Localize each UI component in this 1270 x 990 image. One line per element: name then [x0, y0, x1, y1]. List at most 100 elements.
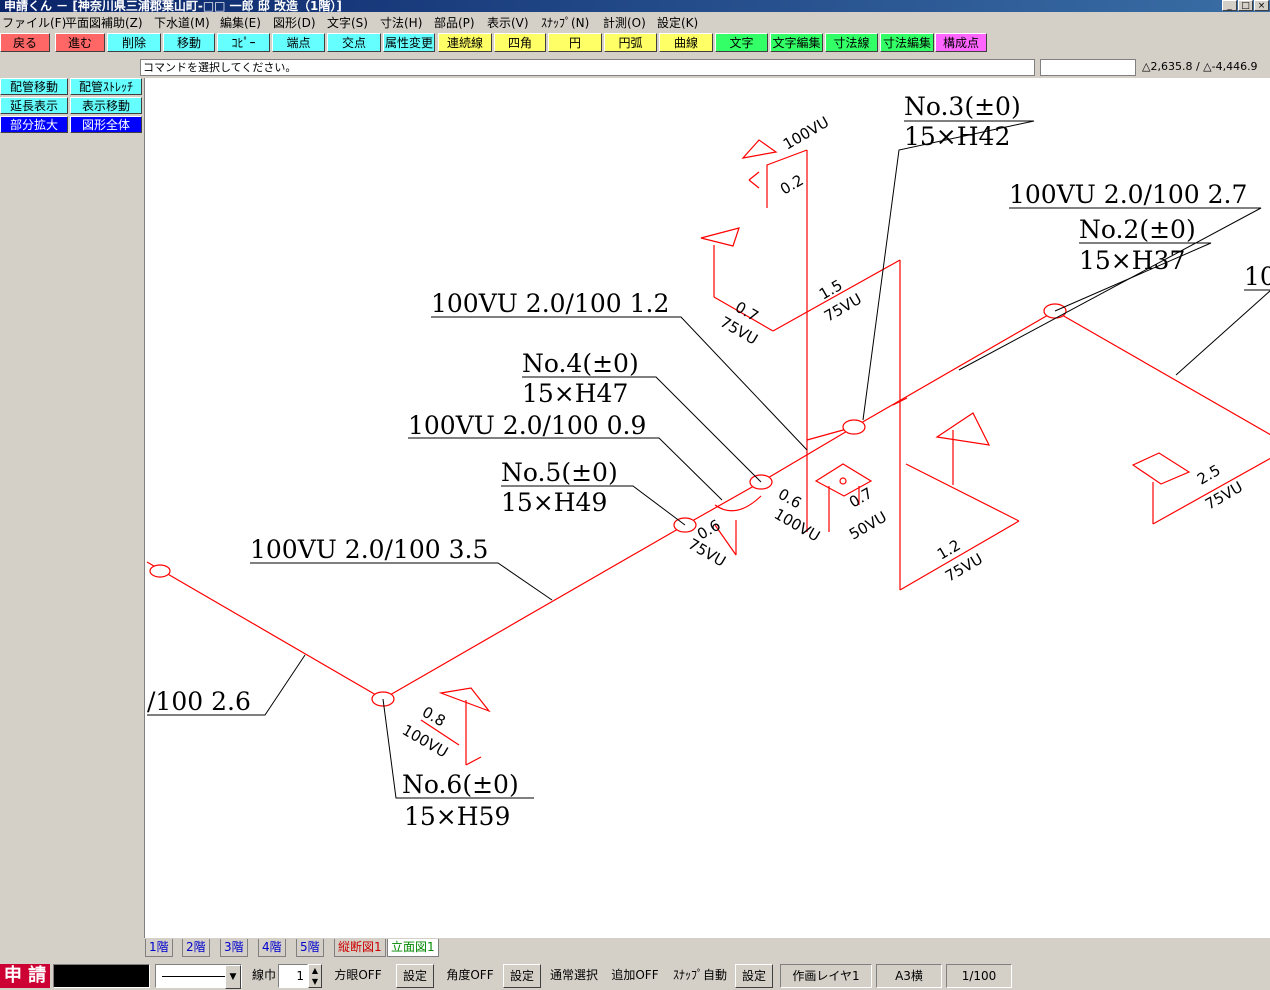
angle-toggle[interactable]: 角度OFF [442, 964, 498, 988]
left-tool-panel: 配管移動 配管ｽﾄﾚｯﾁ 延長表示 表示移動 部分拡大 図形全体 [0, 78, 143, 938]
floor-tabs: 1階 2階 3階 4階 5階 縦断図1 立面図1 [145, 939, 1270, 957]
manhole-no5-size: 15×H49 [501, 488, 607, 517]
snap-settings-button[interactable]: 設定 [735, 964, 773, 988]
command-input[interactable] [1040, 59, 1136, 76]
layer-indicator[interactable]: 作画レイヤ1 [780, 964, 872, 988]
menu-snap[interactable]: ｽﾅｯﾌﾟ(N) [541, 14, 589, 31]
menu-view[interactable]: 表示(V) [487, 14, 529, 31]
line-style-select[interactable]: ▼ [155, 964, 242, 989]
manhole-no3-name: No.3(±0) [904, 92, 1021, 121]
branch-label-0-2: 0.2 [777, 171, 807, 199]
menu-plan-aux[interactable]: 平面図補助(Z) [65, 14, 143, 31]
toolbar-button-5[interactable]: 端点 [272, 33, 325, 52]
pipe-label-mid: 100VU 2.0/100 0.9 [408, 411, 646, 440]
line-width-label: 線巾 [251, 968, 276, 982]
title-bar: 申請くん － [神奈川県三浦郡葉山町-□□ 一郎 邸 改造（1階）] _ □ × [0, 0, 1270, 12]
branch-label-2-5: 2.5 [1194, 461, 1224, 489]
menu-measure[interactable]: 計測(O) [603, 14, 646, 31]
floor-tab-6[interactable]: 立面図1 [387, 939, 439, 957]
toolbar-button-17[interactable]: 構成点 [935, 33, 987, 52]
menu-file[interactable]: ファイル(F) [2, 14, 66, 31]
toolbar-button-12[interactable]: 曲線 [659, 33, 713, 52]
toolbar-button-0[interactable]: 戻る [0, 33, 50, 52]
toolbar-button-10[interactable]: 円 [548, 33, 602, 52]
menu-bar: ファイル(F) 平面図補助(Z) 下水道(M) 編集(E) 図形(D) 文字(S… [0, 12, 1270, 32]
grid-settings-button[interactable]: 設定 [396, 964, 434, 988]
minimize-button[interactable]: _ [1222, 0, 1237, 11]
branch-label-100vu-b: 100VU [399, 721, 451, 762]
toolbar-button-9[interactable]: 四角 [494, 33, 546, 52]
branch-label-100vu-top: 100VU [780, 113, 832, 154]
message-bar: コマンドを選択してください。 △2,635.8 / △-4,446.9 [0, 59, 1270, 77]
toolbar-button-3[interactable]: 移動 [163, 33, 215, 52]
floor-tab-4[interactable]: 5階 [296, 939, 324, 957]
toolbar-button-8[interactable]: 連続線 [438, 33, 492, 52]
menu-text[interactable]: 文字(S) [327, 14, 368, 31]
menu-settings[interactable]: 設定(K) [657, 14, 698, 31]
toolbar-button-16[interactable]: 寸法編集 [880, 33, 934, 52]
branch-label-50vu: 50VU [846, 508, 890, 544]
toolbar-button-7[interactable]: 属性変更 [383, 33, 435, 52]
restore-button[interactable]: □ [1238, 0, 1253, 11]
drainage-plan-drawing[interactable]: 100VU 2.0/100 2.7 100VU 2.0/100 1.2 100V… [145, 78, 1270, 938]
paper-size: A3横 [876, 964, 942, 988]
floor-tab-5[interactable]: 縦断図1 [334, 939, 386, 957]
toolbar-button-11[interactable]: 円弧 [604, 33, 657, 52]
close-button[interactable]: × [1254, 0, 1269, 11]
toolbar-button-15[interactable]: 寸法線 [825, 33, 878, 52]
branch-label-0-7b: 0.7 [846, 484, 876, 512]
branch-label-0-8: 0.8 [419, 703, 449, 731]
manhole-marker-left[interactable] [149, 564, 171, 578]
chevron-down-icon[interactable]: ▼ [225, 965, 241, 989]
toolbar-button-1[interactable]: 進む [55, 33, 105, 52]
menu-sewer[interactable]: 下水道(M) [154, 14, 210, 31]
line-width-input[interactable]: 1 [278, 964, 308, 988]
manhole-no6-size: 15×H59 [404, 802, 510, 831]
manhole-no3-size: 15×H42 [904, 122, 1010, 151]
menu-shape[interactable]: 図形(D) [273, 14, 316, 31]
toolbar-button-2[interactable]: 削除 [107, 33, 161, 52]
floor-tab-2[interactable]: 3階 [220, 939, 248, 957]
manhole-no2-size: 15×H37 [1079, 246, 1185, 275]
drawing-scale: 1/100 [946, 964, 1012, 988]
append-toggle[interactable]: 追加OFF [606, 964, 664, 988]
manhole-no2-name: No.2(±0) [1079, 215, 1196, 244]
left-panel-button-5[interactable]: 図形全体 [70, 116, 142, 133]
left-panel-button-1[interactable]: 配管ｽﾄﾚｯﾁ [70, 78, 142, 95]
coordinate-readout: △2,635.8 / △-4,446.9 [1142, 60, 1258, 73]
toolbar-button-4[interactable]: ｺﾋﾟｰ [217, 33, 270, 52]
app-badge: 申 請 [0, 964, 50, 988]
line-width-stepper[interactable]: ▲ ▼ [308, 964, 322, 988]
left-panel-button-4[interactable]: 部分拡大 [0, 116, 68, 133]
floor-tab-0[interactable]: 1階 [145, 939, 173, 957]
pipe-label-left-partial: /100 2.6 [147, 687, 251, 716]
toolbar-button-6[interactable]: 交点 [327, 33, 381, 52]
toolbar-button-14[interactable]: 文字編集 [770, 33, 823, 52]
manhole-no6-name: No.6(±0) [402, 770, 519, 799]
manhole-no5-name: No.5(±0) [501, 458, 618, 487]
manhole-marker-no3[interactable] [842, 419, 866, 435]
floor-tab-1[interactable]: 2階 [182, 939, 210, 957]
toolbar-button-13[interactable]: 文字 [715, 33, 768, 52]
snap-mode[interactable]: ｽﾅｯﾌﾟ自動 [668, 964, 732, 988]
pipe-label-far-right-partial: 10 [1244, 262, 1270, 291]
menu-parts[interactable]: 部品(P) [434, 14, 475, 31]
line-style-sample [162, 976, 226, 977]
angle-settings-button[interactable]: 設定 [503, 964, 541, 988]
menu-dimension[interactable]: 寸法(H) [380, 14, 422, 31]
status-bar: 申 請 ▼ 線巾 1 ▲ ▼ 方眼OFF 設定 角度OFF 設定 通常選択 追加O… [0, 962, 1270, 990]
grid-toggle[interactable]: 方眼OFF [330, 964, 386, 988]
manhole-no4-size: 15×H47 [522, 379, 628, 408]
left-panel-button-3[interactable]: 表示移動 [70, 97, 142, 114]
left-panel-button-2[interactable]: 延長表示 [0, 97, 68, 114]
color-swatch[interactable] [53, 964, 150, 988]
select-mode[interactable]: 通常選択 [544, 964, 604, 988]
left-panel-button-0[interactable]: 配管移動 [0, 78, 68, 95]
branch-label-100vu-a: 100VU [771, 505, 823, 546]
pipe-label-top-right: 100VU 2.0/100 2.7 [1009, 180, 1247, 209]
floor-tab-3[interactable]: 4階 [258, 939, 286, 957]
window-title: 申請くん － [神奈川県三浦郡葉山町-□□ 一郎 邸 改造（1階）] [4, 0, 342, 12]
pipe-label-lower: 100VU 2.0/100 3.5 [250, 535, 488, 564]
drawing-canvas[interactable]: 100VU 2.0/100 2.7 100VU 2.0/100 1.2 100V… [144, 78, 1270, 938]
menu-edit[interactable]: 編集(E) [220, 14, 261, 31]
